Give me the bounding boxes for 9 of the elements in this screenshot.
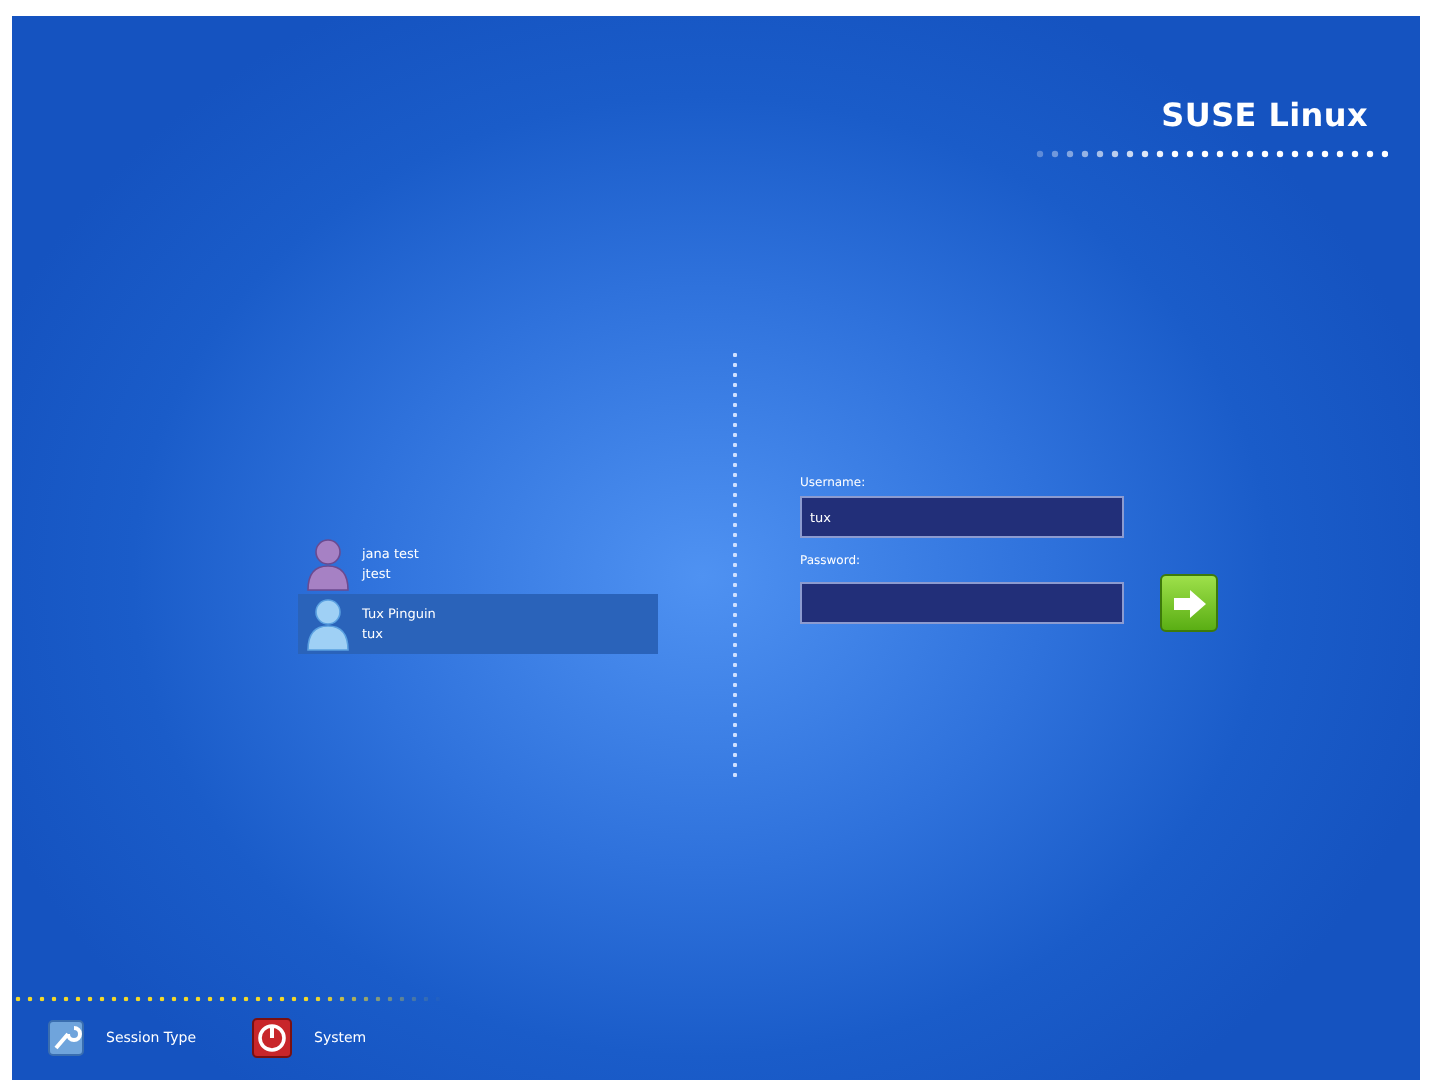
logo-text: SUSE Linux: [1161, 96, 1368, 134]
password-field[interactable]: [800, 582, 1124, 624]
arrow-right-icon: [1171, 589, 1207, 617]
power-icon: [252, 1018, 293, 1058]
user-avatar-icon: [306, 536, 350, 592]
dots-decoration-icon: [1036, 150, 1388, 158]
login-button[interactable]: [1160, 574, 1218, 632]
user-avatar-icon: [306, 596, 350, 652]
wrench-icon: [48, 1020, 84, 1056]
